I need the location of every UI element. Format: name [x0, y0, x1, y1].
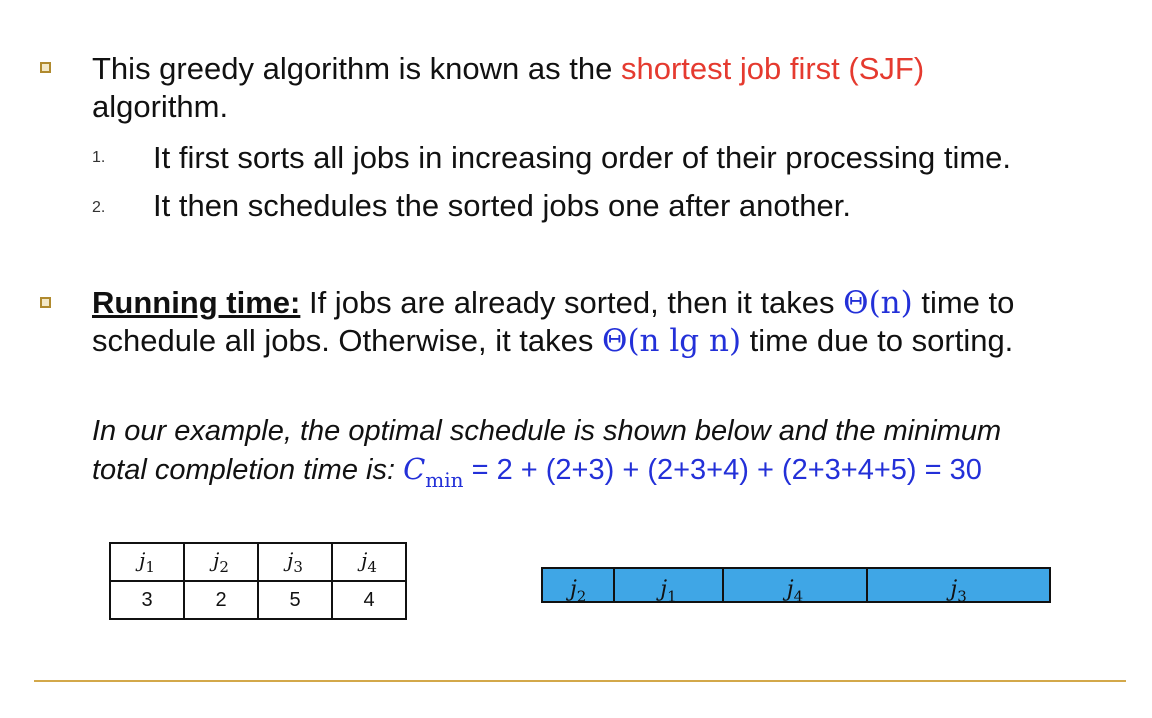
- schedule-segment: j2: [543, 569, 616, 605]
- footer-rule: [34, 680, 1126, 682]
- step-number: 2.: [92, 199, 106, 216]
- step-number: 1.: [92, 149, 106, 166]
- table-row: 3 2 5 4: [109, 580, 407, 620]
- theta-n: Θ(n): [843, 285, 913, 321]
- bullet-marker: [40, 62, 51, 73]
- job-duration: 3: [109, 580, 185, 620]
- job-header-label: j4: [361, 548, 377, 576]
- schedule-segment-label: j2: [569, 576, 587, 605]
- sjf-intro: This greedy algorithm is known as the sh…: [92, 50, 924, 126]
- example-line2: total completion time is:: [92, 454, 404, 486]
- job-duration: 5: [257, 580, 333, 620]
- example-line1: In our example, the optimal schedule is …: [92, 415, 1002, 447]
- cmin-letter: C: [403, 452, 426, 486]
- job-header-label: j2: [213, 548, 229, 576]
- schedule-bar: j2 j1 j4 j3: [541, 567, 1051, 605]
- job-header: j4: [331, 542, 407, 582]
- job-header-label: j1: [139, 548, 155, 576]
- job-duration: 4: [331, 580, 407, 620]
- example-para: In our example, the optimal schedule is …: [92, 412, 1001, 499]
- running-time-text: If jobs are already sorted, then it take…: [300, 285, 844, 320]
- job-header: j1: [109, 542, 185, 582]
- step-text: It then schedules the sorted jobs one af…: [153, 188, 851, 223]
- schedule-segment-label: j1: [660, 576, 677, 605]
- sjf-intro-text: This greedy algorithm is known as the: [92, 51, 621, 86]
- running-time-text: time due to sorting.: [741, 323, 1014, 358]
- step-text: It first sorts all jobs in increasing or…: [153, 140, 1012, 175]
- running-time-text: schedule all jobs. Otherwise, it takes: [92, 323, 603, 358]
- job-header-label: j3: [287, 548, 303, 576]
- bullet-marker: [40, 297, 51, 308]
- schedule-segment-label: j3: [950, 576, 967, 605]
- running-time-heading: Running time:: [92, 285, 301, 320]
- theta-n-lg-n: Θ(n lg n): [602, 323, 742, 359]
- cmin-formula: = 2 + (2+3) + (2+3+4) + (2+3+4+5) = 30: [463, 454, 982, 486]
- sjf-intro-end: algorithm.: [92, 89, 229, 124]
- cmin-symbol: Cmin: [403, 452, 463, 492]
- jobs-table: j1 j2 j3 j4 3 2 5 4: [109, 542, 407, 620]
- schedule-segment: j1: [615, 569, 724, 605]
- schedule-segment: j3: [868, 569, 1049, 605]
- cmin-subscript: min: [425, 468, 464, 492]
- table-header-row: j1 j2 j3 j4: [109, 542, 407, 582]
- schedule-segment: j4: [724, 569, 869, 605]
- running-time-text: time to: [912, 285, 1015, 320]
- job-duration: 2: [183, 580, 259, 620]
- sjf-highlight: shortest job first (SJF): [620, 51, 925, 86]
- job-header: j2: [183, 542, 259, 582]
- schedule-segment-label: j4: [786, 576, 804, 605]
- running-time-para: Running time: If jobs are already sorted…: [92, 284, 1014, 360]
- job-header: j3: [257, 542, 333, 582]
